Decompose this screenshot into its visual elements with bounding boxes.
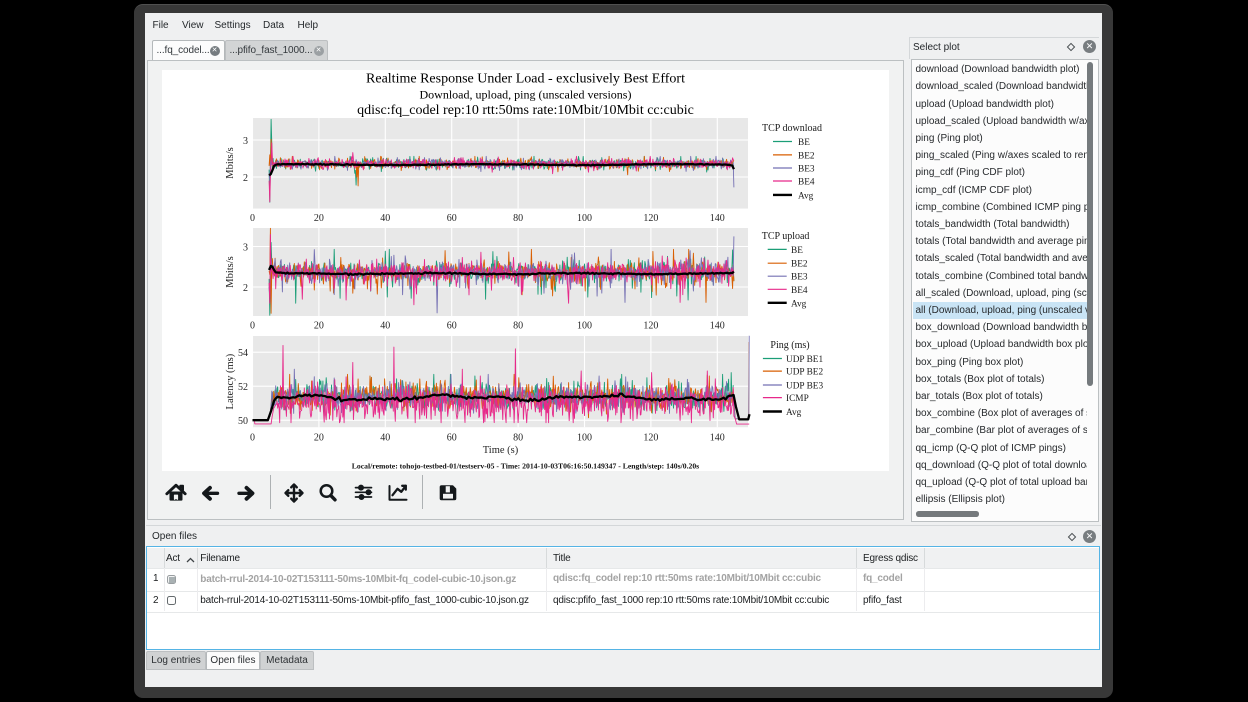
svg-text:BE3: BE3 [791,273,808,283]
svg-text:40: 40 [380,213,390,224]
svg-text:120: 120 [643,213,658,224]
svg-text:2: 2 [243,173,248,184]
svg-text:UDP BE1: UDP BE1 [786,355,823,365]
svg-text:TCP download: TCP download [762,123,822,134]
svg-text:20: 20 [314,321,324,332]
svg-text:50: 50 [238,416,248,427]
svg-text:Avg: Avg [786,408,802,418]
svg-text:100: 100 [577,213,592,224]
svg-text:Realtime Response Under Load -: Realtime Response Under Load - exclusive… [366,72,685,87]
svg-text:80: 80 [513,213,523,224]
svg-text:60: 60 [447,321,457,332]
svg-text:Time (s): Time (s) [483,445,519,456]
svg-text:BE4: BE4 [798,178,815,188]
svg-text:60: 60 [447,433,457,444]
svg-text:BE3: BE3 [798,165,815,175]
svg-text:100: 100 [577,433,592,444]
svg-text:54: 54 [238,348,248,359]
svg-text:0: 0 [250,433,255,444]
svg-text:3: 3 [243,243,248,254]
svg-text:qdisc:fq_codel rep:10 rtt:50ms: qdisc:fq_codel rep:10 rtt:50ms rate:10Mb… [357,103,694,118]
svg-text:Avg: Avg [791,299,807,309]
svg-text:120: 120 [643,321,658,332]
svg-text:Download, upload, ping (unscal: Download, upload, ping (unscaled version… [420,87,632,101]
svg-text:BE2: BE2 [791,260,808,270]
svg-text:Avg: Avg [798,191,814,201]
svg-text:Mbits/s: Mbits/s [225,256,236,288]
svg-text:100: 100 [577,321,592,332]
svg-text:BE: BE [798,138,810,148]
svg-text:0: 0 [250,213,255,224]
svg-text:BE4: BE4 [791,286,808,296]
svg-text:80: 80 [513,321,523,332]
svg-text:BE2: BE2 [798,151,815,161]
svg-text:60: 60 [447,213,457,224]
svg-text:40: 40 [380,321,390,332]
svg-text:120: 120 [643,433,658,444]
svg-text:Mbits/s: Mbits/s [225,147,236,179]
svg-text:3: 3 [243,136,248,147]
svg-text:52: 52 [238,382,248,393]
svg-text:Latency (ms): Latency (ms) [225,353,236,409]
svg-text:BE: BE [791,246,803,256]
svg-text:140: 140 [710,433,725,444]
svg-text:ICMP: ICMP [786,394,809,404]
svg-text:2: 2 [243,283,248,294]
svg-text:140: 140 [710,213,725,224]
svg-text:140: 140 [710,321,725,332]
svg-text:20: 20 [314,433,324,444]
svg-text:80: 80 [513,433,523,444]
svg-text:40: 40 [380,433,390,444]
svg-text:UDP BE2: UDP BE2 [786,368,823,378]
svg-text:Ping (ms): Ping (ms) [770,340,809,351]
svg-text:0: 0 [250,321,255,332]
svg-text:TCP upload: TCP upload [762,231,810,242]
svg-text:20: 20 [314,213,324,224]
svg-text:UDP BE3: UDP BE3 [786,382,823,392]
